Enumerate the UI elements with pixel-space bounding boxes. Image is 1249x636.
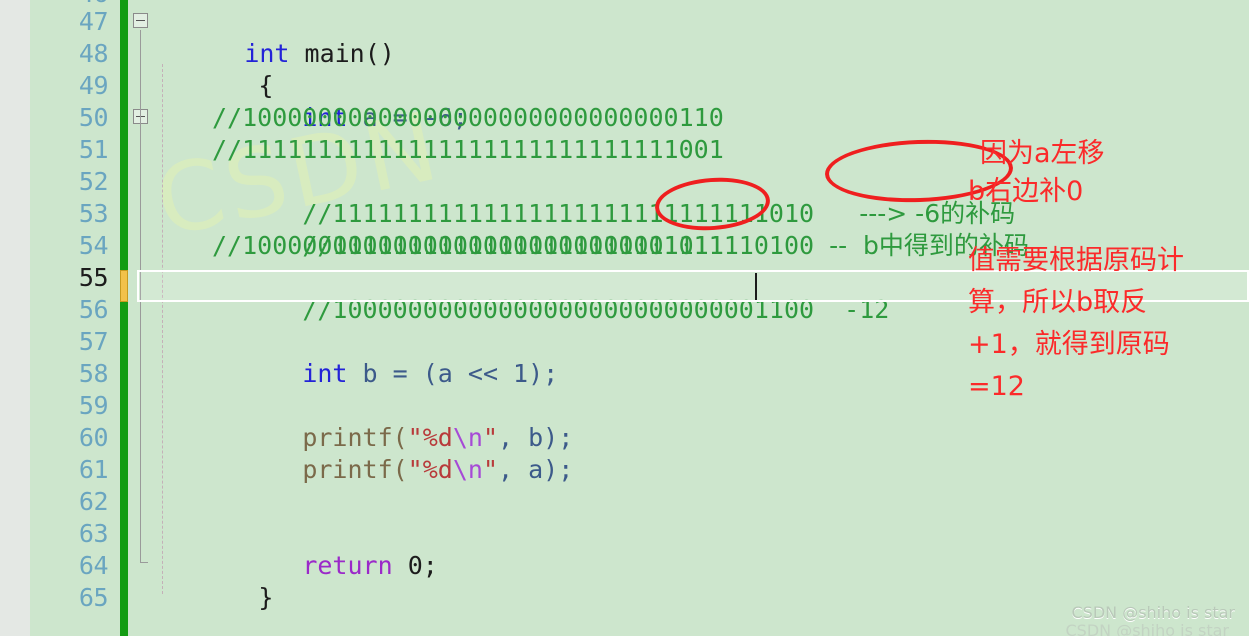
- line-number-58: 58: [78, 359, 109, 388]
- printf-arg-a: , a);: [498, 455, 574, 484]
- comment-binary-51: //11111111111111111111111111111001: [212, 135, 724, 164]
- fold-bracket-comment: [140, 126, 141, 338]
- line-number-61: 61: [78, 455, 109, 484]
- code-folding-margin: [128, 0, 154, 636]
- function-printf-60: printf(: [302, 455, 408, 484]
- watermark-csdn: CSDN @shiho is star: [1071, 603, 1236, 622]
- line-number-60: 60: [78, 423, 109, 452]
- declaration-b: b = (a << 1);: [362, 359, 559, 388]
- annotation-note-bottom-line2: 算，所以b取反: [968, 287, 1148, 318]
- line-number-53: 53: [78, 199, 109, 228]
- indent-guide-1: [162, 64, 163, 594]
- line-number-51: 51: [78, 135, 109, 164]
- fold-toggle-main[interactable]: [133, 13, 148, 28]
- line-number-49: 49: [78, 71, 109, 100]
- line-number-gutter: 46 47 48 49 50 51 52 53 54 55 56 57 58 5…: [30, 0, 118, 636]
- fold-bracket-endcap: [140, 562, 148, 563]
- line-number-56: 56: [78, 295, 109, 324]
- annotation-note-bottom-line1: 值需要根据原码计: [968, 245, 1184, 276]
- editor-left-strip-inner: [0, 0, 30, 636]
- string-literal-60: "%d: [407, 455, 453, 484]
- keyword-int-57: int: [302, 359, 348, 388]
- line-number-50: 50: [78, 103, 109, 132]
- line-number-64: 64: [78, 551, 109, 580]
- return-value: 0;: [407, 551, 438, 580]
- line-number-47: 47: [78, 7, 109, 36]
- comment-binary-54: //10000000000000000000000000001011: [212, 231, 724, 260]
- line-number-59: 59: [78, 391, 109, 420]
- line-number-62: 62: [78, 487, 109, 516]
- annotation-note-top-line1: 因为a左移: [980, 138, 1105, 169]
- line-number-65: 65: [78, 583, 109, 612]
- brace-close-64: }: [258, 583, 274, 612]
- function-main: main(): [304, 39, 395, 68]
- annotation-note-bottom-line3: +1，就得到原码: [968, 329, 1170, 360]
- line-number-63: 63: [78, 519, 109, 548]
- line-number-52: 52: [78, 167, 109, 196]
- line-number-55: 55: [78, 263, 109, 292]
- line-bookmark-marker[interactable]: [120, 270, 128, 302]
- editor-left-strip: [0, 0, 30, 636]
- annotation-note-bottom-line4: =12: [968, 371, 1025, 402]
- line-number-57: 57: [78, 327, 109, 356]
- text-caret: [755, 273, 757, 300]
- change-indicator-bar: [120, 0, 128, 636]
- escape-sequence-60: \n: [452, 455, 483, 484]
- watermark-csdn-second: CSDN @shiho is star: [1065, 621, 1230, 636]
- annotation-note-top-line2: b右边补0: [968, 176, 1084, 207]
- line-number-48: 48: [78, 39, 109, 68]
- comment-binary-50: //10000000000000000000000000000110: [212, 103, 724, 132]
- line-number-54: 54: [78, 231, 109, 260]
- keyword-return: return: [302, 551, 393, 580]
- string-literal-end-60: ": [482, 455, 498, 484]
- code-editor-screenshot: CSDN 46 47 48 49 50 51 52 53 54 55 56 57…: [0, 0, 1249, 636]
